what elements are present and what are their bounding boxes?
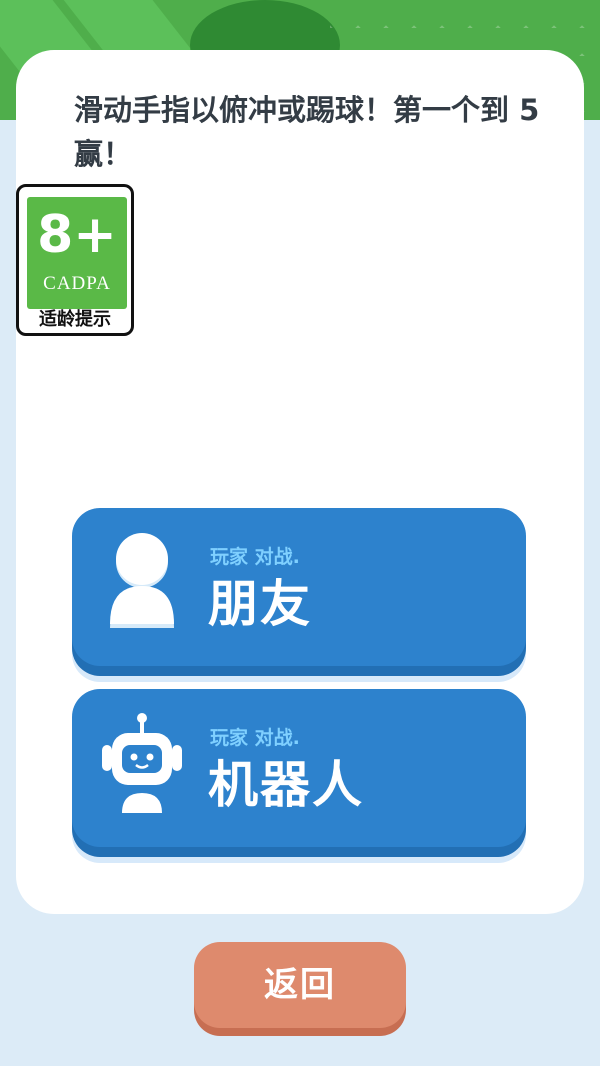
age-rating-panel: 8+ CADPA bbox=[27, 197, 127, 309]
age-rating-caption: 适龄提示 bbox=[39, 309, 111, 330]
robot-icon bbox=[102, 713, 182, 813]
back-button[interactable]: 返回 bbox=[194, 942, 406, 1028]
robot-mode-title: 机器人 bbox=[208, 756, 364, 814]
person-icon bbox=[110, 533, 174, 628]
friend-mode-title: 朋友 bbox=[208, 575, 312, 633]
instruction-text: 滑动手指以俯冲或踢球！第一个到 5 赢！ bbox=[74, 93, 540, 171]
age-rating-badge: 8+ CADPA 适龄提示 bbox=[16, 184, 134, 336]
age-rating-number: 8+ bbox=[37, 205, 117, 265]
robot-mode-button[interactable]: 玩家 对战. 机器人 bbox=[72, 689, 526, 847]
age-rating-org: CADPA bbox=[43, 273, 111, 294]
friend-mode-button[interactable]: 玩家 对战. 朋友 bbox=[72, 508, 526, 666]
